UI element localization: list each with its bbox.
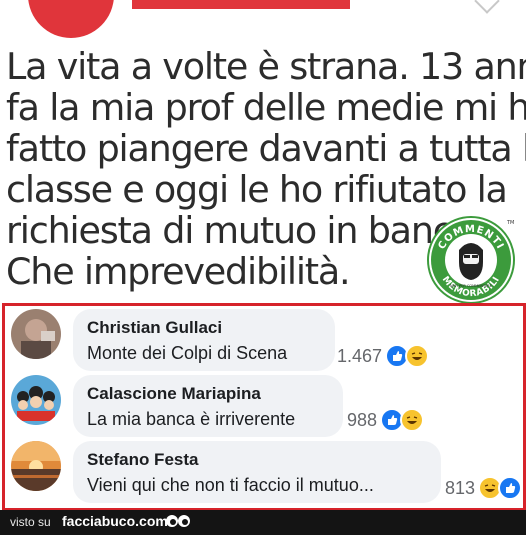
badge-small-text: NATI PER COMMENTARE <box>450 284 492 288</box>
comment-bubble[interactable]: Calascione Mariapina La mia banca è irri… <box>73 375 343 437</box>
comment-bubble[interactable]: Stefano Festa Vieni qui che non ti facci… <box>73 441 441 503</box>
commenter-name[interactable]: Stefano Festa <box>87 450 198 470</box>
footer-bar: visto su facciabuco.com <box>0 510 526 535</box>
poster-avatar[interactable] <box>28 0 114 38</box>
reaction-count: 1.467 <box>337 345 383 366</box>
reaction-count: 988 <box>347 409 378 430</box>
commenter-avatar[interactable] <box>11 441 61 491</box>
post-line: fatto piangere davanti a tutta la <box>6 127 526 170</box>
footer-site-link[interactable]: facciabuco.com <box>62 513 168 529</box>
footer-seen-label: visto su <box>10 515 51 529</box>
haha-icon <box>405 344 430 368</box>
haha-icon <box>400 408 425 432</box>
commenti-memorabili-logo: COMMENTI MEMORABILI NATI PER COMMENTARE … <box>427 216 515 304</box>
comment-text: Monte dei Colpi di Scena <box>87 343 288 363</box>
name-redaction-bar <box>132 0 350 9</box>
reaction-count: 813 <box>445 477 476 498</box>
commenter-avatar[interactable] <box>11 309 61 359</box>
post-line: La vita a volte è strana. 13 anni <box>6 45 526 88</box>
commenter-avatar[interactable] <box>11 375 61 425</box>
comments-panel: Christian Gullaci Monte dei Colpi di Sce… <box>2 303 526 511</box>
commenter-name[interactable]: Calascione Mariapina <box>87 384 261 404</box>
post-header <box>0 0 526 40</box>
eyes-logo-icon <box>166 515 190 527</box>
comment-text: Vieni qui che non ti faccio il mutuo... <box>87 475 374 495</box>
chevron-down-icon[interactable] <box>474 0 500 14</box>
comment-bubble[interactable]: Christian Gullaci Monte dei Colpi di Sce… <box>73 309 335 371</box>
bearded-face-icon <box>459 243 483 280</box>
reaction-summary[interactable]: 1.467 <box>337 344 430 368</box>
comment-text: La mia banca è irriverente <box>87 409 296 429</box>
reaction-summary[interactable]: 813 <box>445 476 523 500</box>
commenter-name[interactable]: Christian Gullaci <box>87 318 222 338</box>
post-line: classe e oggi le ho rifiutato la <box>6 168 508 211</box>
reaction-summary[interactable]: 988 <box>347 408 425 432</box>
post-line: fa la mia prof delle medie mi ha <box>6 86 526 129</box>
trademark-mark: TM <box>506 220 514 226</box>
like-icon <box>498 476 523 500</box>
